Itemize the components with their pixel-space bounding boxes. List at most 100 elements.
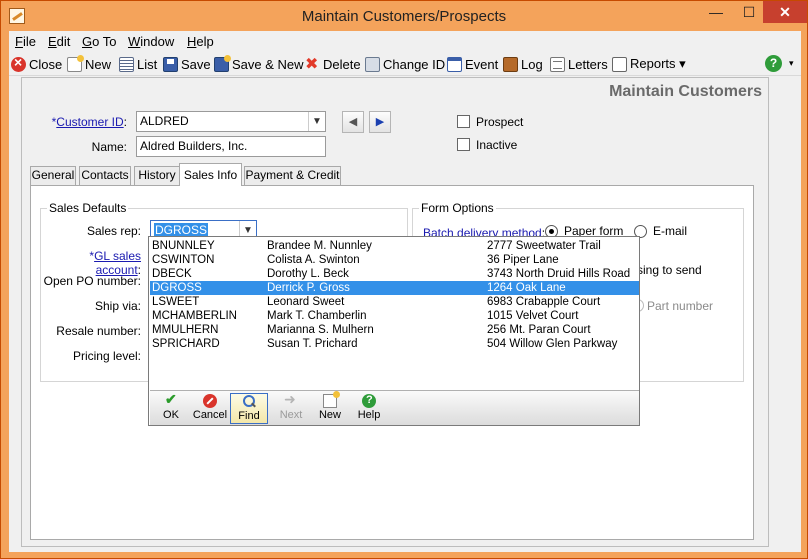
delete-icon	[305, 54, 320, 74]
lookup-cell-address: 256 Mt. Paran Court	[487, 324, 591, 336]
lookup-cell-address: 504 Willow Glen Parkway	[487, 338, 618, 350]
email-label: E-mail	[653, 224, 688, 238]
menu-window-label: indow	[140, 34, 175, 49]
inactive-label: Inactive	[476, 138, 518, 152]
customer-name-field[interactable]: Aldred Builders, Inc.	[136, 136, 326, 157]
lookup-ok-button[interactable]: OK	[152, 391, 190, 424]
ship-via-label: Ship via:	[94, 299, 141, 313]
lookup-cell-address: 6983 Crabapple Court	[487, 296, 601, 308]
minimize-button[interactable]: —	[701, 1, 731, 23]
customer-id-label: *Customer ID:	[32, 115, 127, 129]
lookup-cancel-button[interactable]: Cancel	[191, 393, 229, 424]
lookup-row[interactable]: BNUNNLEY Brandee M. Nunnley 2777 Sweetwate…	[150, 239, 639, 253]
save-button[interactable]: Save	[163, 55, 211, 73]
lookup-row[interactable]: MMULHERN Marianna S. Mulhern 256 Mt. Paran…	[150, 323, 639, 337]
list-button[interactable]: List	[119, 55, 157, 73]
inactive-checkbox[interactable]	[457, 138, 470, 151]
menu-window[interactable]: Window	[128, 34, 174, 49]
customer-id-field[interactable]: ALDRED ▼	[136, 111, 326, 132]
lookup-row[interactable]: DGROSS Derrick P. Gross 1264 Oak Lane	[150, 281, 639, 295]
tab-sales-info[interactable]: Sales Info	[179, 163, 242, 186]
gl-sales-account-link[interactable]: GL sales account	[94, 249, 141, 277]
find-label: Find	[238, 410, 260, 422]
lookup-find-button[interactable]: Find	[230, 393, 268, 424]
maximize-button[interactable]: ☐	[734, 1, 764, 23]
window-title: Maintain Customers/Prospects	[301, 8, 507, 25]
menu-file[interactable]: File	[15, 34, 36, 49]
calendar-icon	[447, 56, 462, 72]
lookup-row[interactable]: CSWINTON Colista A. Swinton 36 Piper Lane	[150, 253, 639, 267]
customer-id-dropdown-icon[interactable]: ▼	[308, 112, 325, 131]
lookup-cell-id: DGROSS	[152, 282, 202, 294]
menu-window-mnemonic: W	[128, 34, 141, 49]
lookup-cell-id: LSWEET	[152, 296, 200, 308]
lookup-row[interactable]: MCHAMBERLIN Mark T. Chamberlin 1015 Velvet…	[150, 309, 639, 323]
log-book-icon	[503, 56, 518, 72]
lookup-next-button[interactable]: Next	[272, 391, 310, 424]
next-arrow-icon	[284, 391, 298, 408]
menu-bar: File Edit Go To Window Help	[9, 31, 801, 52]
lookup-cell-id: MMULHERN	[152, 324, 219, 336]
lookup-cell-address: 2777 Sweetwater Trail	[487, 240, 601, 252]
lookup-help-button[interactable]: Help	[350, 393, 388, 424]
menu-help-mnemonic: H	[187, 34, 197, 49]
save-new-button[interactable]: Save & New	[214, 54, 304, 73]
customer-id-colon: :	[123, 115, 127, 129]
next-record-button[interactable]: ▶	[369, 111, 391, 133]
new-button[interactable]: New	[67, 54, 112, 73]
cancel-icon	[203, 394, 217, 408]
delete-button[interactable]: Delete	[305, 54, 361, 74]
tab-payment-credit[interactable]: Payment & Credit	[244, 166, 341, 185]
menu-file-label: ile	[22, 34, 36, 49]
close-label: Close	[29, 56, 63, 72]
sales-defaults-title: Sales Defaults	[47, 201, 129, 215]
window-close-button[interactable]: ✕	[763, 1, 807, 23]
lookup-cell-address: 3743 North Druid Hills Road	[487, 268, 631, 280]
toolbar-overflow-chevron[interactable]: ▾	[789, 58, 794, 69]
pricing-level-label: Pricing level:	[72, 349, 141, 363]
log-button[interactable]: Log	[503, 55, 543, 73]
lookup-row[interactable]: SPRICHARD Susan T. Prichard 504 Willow Gle…	[150, 337, 639, 351]
previous-record-button[interactable]: ◀	[342, 111, 364, 133]
lookup-cell-id: MCHAMBERLIN	[152, 310, 237, 322]
help-icon[interactable]: ?	[765, 55, 782, 72]
sales-rep-label: Sales rep:	[86, 224, 141, 238]
close-button[interactable]: Close	[11, 54, 63, 73]
lookup-cell-name: Dorothy L. Beck	[267, 268, 349, 280]
menu-help-label: elp	[196, 34, 214, 49]
lookup-footer: OK Cancel Find Next New Help	[150, 390, 639, 425]
event-button[interactable]: Event	[447, 55, 498, 73]
menu-goto[interactable]: Go To	[82, 34, 116, 49]
prospect-checkbox[interactable]	[457, 115, 470, 128]
menu-help[interactable]: Help	[187, 34, 214, 49]
lookup-cell-name: Leonard Sweet	[267, 296, 345, 308]
menu-edit-mnemonic: E	[48, 34, 57, 49]
letters-label: Letters	[568, 56, 608, 72]
lookup-cell-name: Marianna S. Mulhern	[267, 324, 374, 336]
lookup-cell-address: 36 Piper Lane	[487, 254, 559, 266]
tab-general[interactable]: General	[30, 166, 76, 185]
save-new-label: Save & New	[232, 56, 304, 72]
tab-history[interactable]: History	[134, 166, 180, 185]
reports-button[interactable]: Reports ▾	[612, 55, 686, 73]
toolbar: Close New List Save Save & New Delete Ch…	[9, 52, 801, 76]
save-icon	[163, 56, 178, 72]
close-icon	[11, 54, 26, 72]
letters-button[interactable]: Letters	[550, 55, 608, 73]
letters-icon	[550, 56, 565, 72]
new-label: New	[85, 56, 112, 72]
change-id-button[interactable]: Change ID	[365, 55, 445, 73]
tab-contacts[interactable]: Contacts	[79, 166, 131, 185]
change-id-label: Change ID	[383, 56, 446, 72]
email-processing-label: ssing to send	[631, 263, 702, 277]
lookup-row[interactable]: DBECK Dorothy L. Beck 3743 North Druid Hil…	[150, 267, 639, 281]
menu-edit[interactable]: Edit	[48, 34, 70, 49]
lookup-cell-id: BNUNNLEY	[152, 240, 215, 252]
name-label: Name:	[91, 140, 127, 154]
lookup-row[interactable]: LSWEET Leonard Sweet 6983 Crabapple Court	[150, 295, 639, 309]
menu-edit-label: dit	[56, 34, 71, 49]
help-label: Help	[357, 409, 381, 421]
lookup-new-button[interactable]: New	[311, 391, 349, 424]
title-bar: Maintain Customers/Prospects — ☐ ✕	[1, 1, 807, 31]
customer-id-link[interactable]: Customer ID	[56, 115, 123, 129]
